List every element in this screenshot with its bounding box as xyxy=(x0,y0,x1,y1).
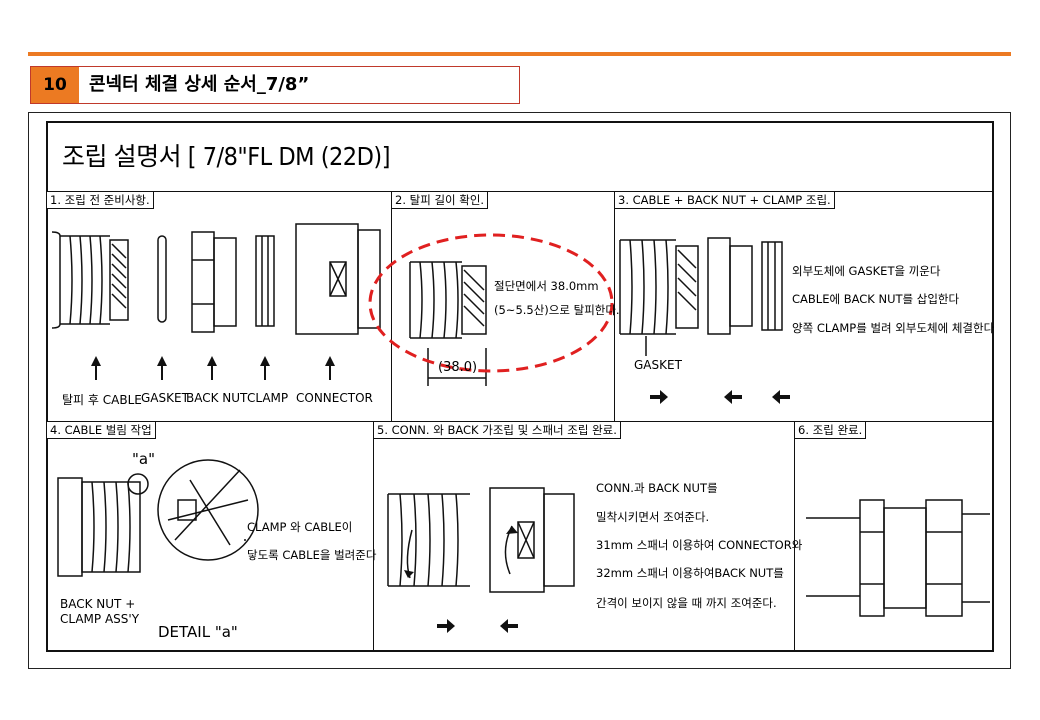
assembled-connector-icon xyxy=(806,499,990,617)
step-6-drawing xyxy=(806,499,990,617)
